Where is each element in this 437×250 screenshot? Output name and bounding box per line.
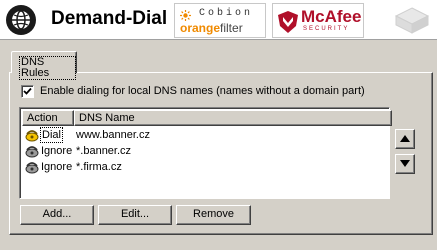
app-title: Demand-Dial <box>51 8 168 29</box>
row-dns-name: *.firma.cz <box>76 161 122 173</box>
banner-header: Demand-Dial Cobion orangefilter McAfee S… <box>0 0 437 40</box>
column-header-action[interactable]: Action <box>22 110 74 126</box>
demand-dial-globe-icon <box>6 5 36 35</box>
dial-icon <box>25 130 39 142</box>
tab-dns-rules[interactable]: DNS Rules <box>11 51 77 80</box>
table-row[interactable]: Ignore *.firma.cz <box>22 159 382 175</box>
dns-rules-list[interactable]: Action DNS Name Dial www.banner.cz Ignor… <box>19 107 392 199</box>
row-dns-name: *.banner.cz <box>76 145 132 157</box>
arrow-up-icon <box>400 135 410 142</box>
mcafee-wordmark: McAfee <box>301 7 362 26</box>
row-dns-name: www.banner.cz <box>76 129 150 141</box>
ignore-icon <box>25 162 39 174</box>
checkmark-icon <box>23 87 32 95</box>
cobion-wordmark: Cobion <box>199 8 254 19</box>
tab-dns-rules-label: DNS Rules <box>19 56 76 80</box>
ignore-icon <box>25 146 39 158</box>
cobion-orangefilter-logo: Cobion orangefilter <box>174 3 266 38</box>
list-header: Action DNS Name <box>22 110 392 126</box>
edit-button[interactable]: Edit... <box>98 205 172 225</box>
mcafee-shield-icon <box>278 11 298 33</box>
enable-local-dialing-label[interactable]: Enable dialing for local DNS names (name… <box>40 85 365 98</box>
mcafee-tagline: SECURITY <box>303 26 350 32</box>
table-row[interactable]: Dial www.banner.cz <box>22 127 382 143</box>
move-up-button[interactable] <box>395 129 415 149</box>
row-action: Ignore <box>41 145 73 157</box>
mcafee-security-logo: McAfee SECURITY <box>272 3 364 38</box>
remove-button[interactable]: Remove <box>176 205 251 225</box>
arrow-down-icon <box>400 160 410 167</box>
row-action: Ignore <box>41 161 73 173</box>
cobion-mark-icon <box>180 10 191 21</box>
decorative-cube-icon <box>394 7 430 34</box>
enable-local-dialing-checkbox[interactable] <box>21 85 34 98</box>
add-button[interactable]: Add... <box>20 205 94 225</box>
table-row[interactable]: Ignore *.banner.cz <box>22 143 382 159</box>
row-action: Dial <box>40 127 63 143</box>
move-down-button[interactable] <box>395 154 415 174</box>
orangefilter-wordmark: orangefilter <box>180 21 243 35</box>
column-header-dns-name[interactable]: DNS Name <box>74 110 392 126</box>
